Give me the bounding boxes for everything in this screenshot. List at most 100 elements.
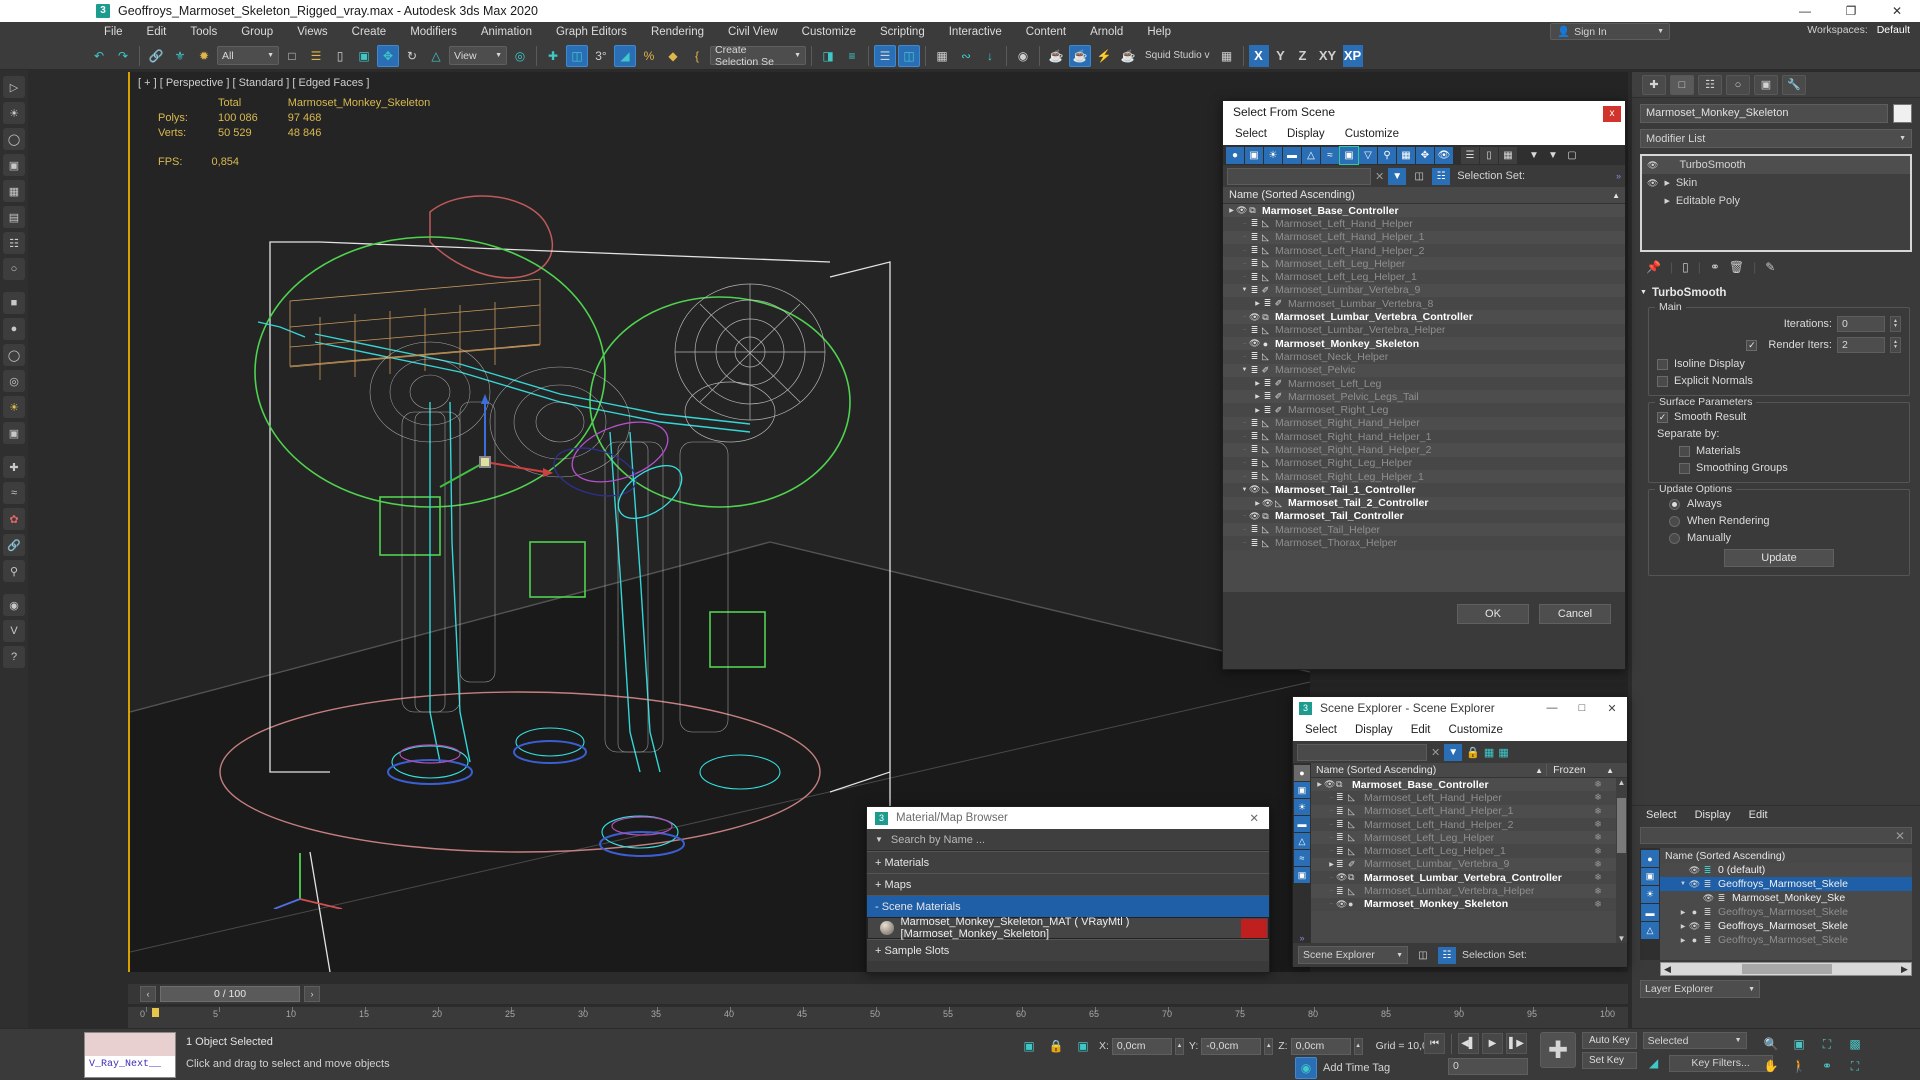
iterations-spinner[interactable]: ▲ ▼ [1890, 316, 1901, 332]
scroll-up-icon[interactable]: ▲ [1616, 778, 1627, 787]
filter-icon[interactable]: ▼ [1544, 147, 1562, 164]
sfs-list-item[interactable]: – 👁 ⧉ Marmoset_Lumbar_Vertebra_Controller [1223, 310, 1625, 324]
sfs-list-item[interactable]: – ≣ ◺ Marmoset_Lumbar_Vertebra_Helper [1223, 323, 1625, 337]
material-editor-icon[interactable]: ◉ [1012, 45, 1034, 67]
coord-y-input[interactable]: -0,0cm [1201, 1037, 1262, 1055]
sfs-menu-select[interactable]: Select [1235, 128, 1267, 140]
tab-create[interactable]: ✚ [1642, 74, 1666, 95]
frame-number-field[interactable]: 0 [1448, 1058, 1528, 1075]
material-map-browser[interactable]: 3 Material/Map Browser ✕ ▼ Search by Nam… [866, 806, 1270, 973]
minimize-button[interactable]: — [1782, 0, 1828, 22]
se-layers-icon[interactable]: ◫ [1414, 947, 1432, 964]
tab-modify[interactable]: □ [1670, 74, 1694, 95]
mb-search-input[interactable]: Search by Name ... [891, 834, 985, 846]
next-frame-icon[interactable]: ▌▶ [1506, 1033, 1527, 1054]
render-iters-input[interactable]: 2 [1837, 337, 1885, 353]
axis-constraint-x[interactable]: X [1248, 44, 1269, 67]
layer-menu-display[interactable]: Display [1695, 809, 1731, 821]
filter-lights-icon[interactable]: ☀ [1264, 146, 1282, 164]
chevron-right-icon[interactable]: ▶ [1678, 937, 1688, 944]
se-column-frozen[interactable]: Frozen [1546, 764, 1606, 776]
render-icon[interactable]: ◉ [3, 594, 25, 616]
materials-row[interactable]: Materials [1657, 445, 1901, 457]
se-list-wrapper[interactable]: Name (Sorted Ascending) ▲ Frozen ▲ ▶ 👁 ⧉ Ma… [1311, 763, 1627, 943]
filter-shapes-icon[interactable]: ▣ [1294, 782, 1310, 798]
paint-select-icon[interactable]: ☀ [3, 102, 25, 124]
se-list-item[interactable]: – ≣ ◺ Marmoset_Lumbar_Vertebra_Helper ❄ [1311, 884, 1627, 898]
object-name-field[interactable]: Marmoset_Monkey_Skeleton [1640, 104, 1888, 123]
layers-icon[interactable]: ≣ [1249, 458, 1260, 469]
sfs-search-input[interactable] [1227, 167, 1371, 185]
named-selection-set-combo[interactable]: Create Selection Se ▼ [710, 44, 806, 68]
update-when-rendering-row[interactable]: When Rendering [1657, 515, 1901, 527]
se-menu-edit[interactable]: Edit [1411, 724, 1431, 736]
scene-explorer-window[interactable]: 3 Scene Explorer - Scene Explorer — □ ✕ … [1292, 696, 1628, 967]
eye-icon[interactable]: 👁 [1236, 205, 1247, 216]
filter-lights-icon[interactable]: ☀ [1294, 799, 1310, 815]
object-color-swatch[interactable] [1893, 104, 1912, 123]
update-button[interactable]: Update [1724, 549, 1834, 567]
tab-utilities[interactable]: 🔧 [1782, 74, 1806, 95]
render-frame-window-icon[interactable]: ☕ [1117, 45, 1139, 67]
update-always-row[interactable]: Always [1657, 498, 1901, 510]
layers-icon[interactable]: ≣ [1249, 444, 1260, 455]
reference-coordinate-combo[interactable]: View ▼ [449, 46, 507, 65]
smooth-result-checkbox[interactable]: ✓ [1657, 411, 1668, 423]
render-production-icon[interactable]: ☕ [1045, 45, 1067, 67]
sfs-list-item[interactable]: – 👁 ● Marmoset_Monkey_Skeleton [1223, 336, 1625, 351]
selection-lock-region-icon[interactable]: ▣ [1018, 1035, 1040, 1057]
scroll-down-icon[interactable]: ▼ [1616, 934, 1627, 943]
container-icon[interactable]: ▢ [1563, 147, 1581, 164]
menu-modifiers[interactable]: Modifiers [398, 22, 469, 42]
curve-editor-icon[interactable]: ▦ [931, 45, 953, 67]
scrollbar-thumb[interactable] [1617, 798, 1626, 853]
listener-output-pane[interactable] [85, 1033, 175, 1056]
layer-horizontal-scrollbar[interactable]: ◀ ▶ [1660, 962, 1912, 976]
layer-list-item[interactable]: ▶ ● ≣ Geoffroys_Marmoset_Skele [1660, 933, 1912, 947]
layers-icon[interactable]: ≣ [1249, 418, 1260, 429]
eye-icon[interactable]: 👁 [1249, 484, 1260, 495]
tab-hierarchy[interactable]: ☷ [1698, 74, 1722, 95]
current-frame-display[interactable]: 0 / 100 [160, 986, 300, 1002]
sfs-list-item[interactable]: ▶ ≣ ✐ Marmoset_Right_Leg [1223, 403, 1625, 417]
se-list-item[interactable]: – ≣ ◺ Marmoset_Left_Leg_Helper ❄ [1311, 831, 1627, 845]
go-to-start-icon[interactable]: ⏮ [1424, 1033, 1445, 1054]
smoothing-groups-row[interactable]: Smoothing Groups [1657, 462, 1901, 474]
use-pivot-point-center-icon[interactable]: ◎ [509, 45, 531, 67]
chevron-right-icon[interactable]: ▶ [1664, 179, 1669, 187]
lock-icon[interactable]: 🔒 [1045, 1035, 1067, 1057]
filter-bones-icon[interactable]: ⚲ [1378, 146, 1396, 164]
modifier-turbosmooth[interactable]: 👁 TurboSmooth [1642, 156, 1910, 174]
light-icon[interactable]: ☀ [3, 396, 25, 418]
layers-icon[interactable]: ≣ [1262, 378, 1273, 389]
sign-in-button[interactable]: 👤 Sign In ▼ [1550, 23, 1670, 40]
sfs-list-item[interactable]: – ≣ ◺ Marmoset_Neck_Helper [1223, 350, 1625, 364]
se-object-list[interactable]: ▶ 👁 ⧉ Marmoset_Base_Controller ❄ – ≣ ◺ Marmoset_… [1311, 778, 1627, 911]
layers-icon[interactable]: ≣ [1249, 218, 1260, 229]
clear-icon[interactable]: ✕ [1375, 170, 1384, 183]
smoothing-groups-checkbox[interactable] [1679, 462, 1690, 474]
percent-snap-toggle-icon[interactable]: 3° [590, 45, 612, 67]
chevron-right-icon[interactable]: ▶ [1253, 407, 1262, 414]
scene-explorer-icon[interactable]: ◫ [898, 44, 920, 67]
layers-icon[interactable]: ≣ [1262, 391, 1273, 402]
se-list-item[interactable]: – ≣ ◺ Marmoset_Left_Hand_Helper_1 ❄ [1311, 804, 1627, 818]
pin-stack-icon[interactable]: 📌 [1646, 260, 1661, 274]
bind-to-space-warp-icon[interactable]: ✹ [193, 45, 215, 67]
maximize-viewport-icon[interactable]: ⛶ [1844, 1057, 1866, 1075]
filter-visibility-icon[interactable]: 👁 [1435, 146, 1453, 164]
set-keys-button[interactable]: ✚ [1540, 1032, 1576, 1068]
filter-cameras-icon[interactable]: ▬ [1283, 146, 1301, 164]
snaps-toggle-icon[interactable]: ✚ [542, 45, 564, 67]
chevron-down-icon[interactable]: ▼ [1240, 367, 1249, 373]
eye-icon[interactable]: 👁 [1249, 312, 1260, 323]
filter-helpers-icon[interactable]: △ [1294, 833, 1310, 849]
menu-arnold[interactable]: Arnold [1078, 22, 1135, 42]
layers-icon[interactable]: ≣ [1249, 325, 1260, 336]
eye-icon[interactable]: 👁 [1336, 872, 1348, 883]
explicit-normals-checkbox[interactable] [1657, 375, 1668, 387]
layer-list-item[interactable]: ▶ ● ≣ Geoffroys_Marmoset_Skele [1660, 905, 1912, 919]
manually-radio[interactable] [1669, 532, 1680, 544]
axis-constraint-y[interactable]: Y [1271, 45, 1291, 67]
turbosmooth-rollout-header[interactable]: ▼ TurboSmooth [1632, 284, 1920, 301]
